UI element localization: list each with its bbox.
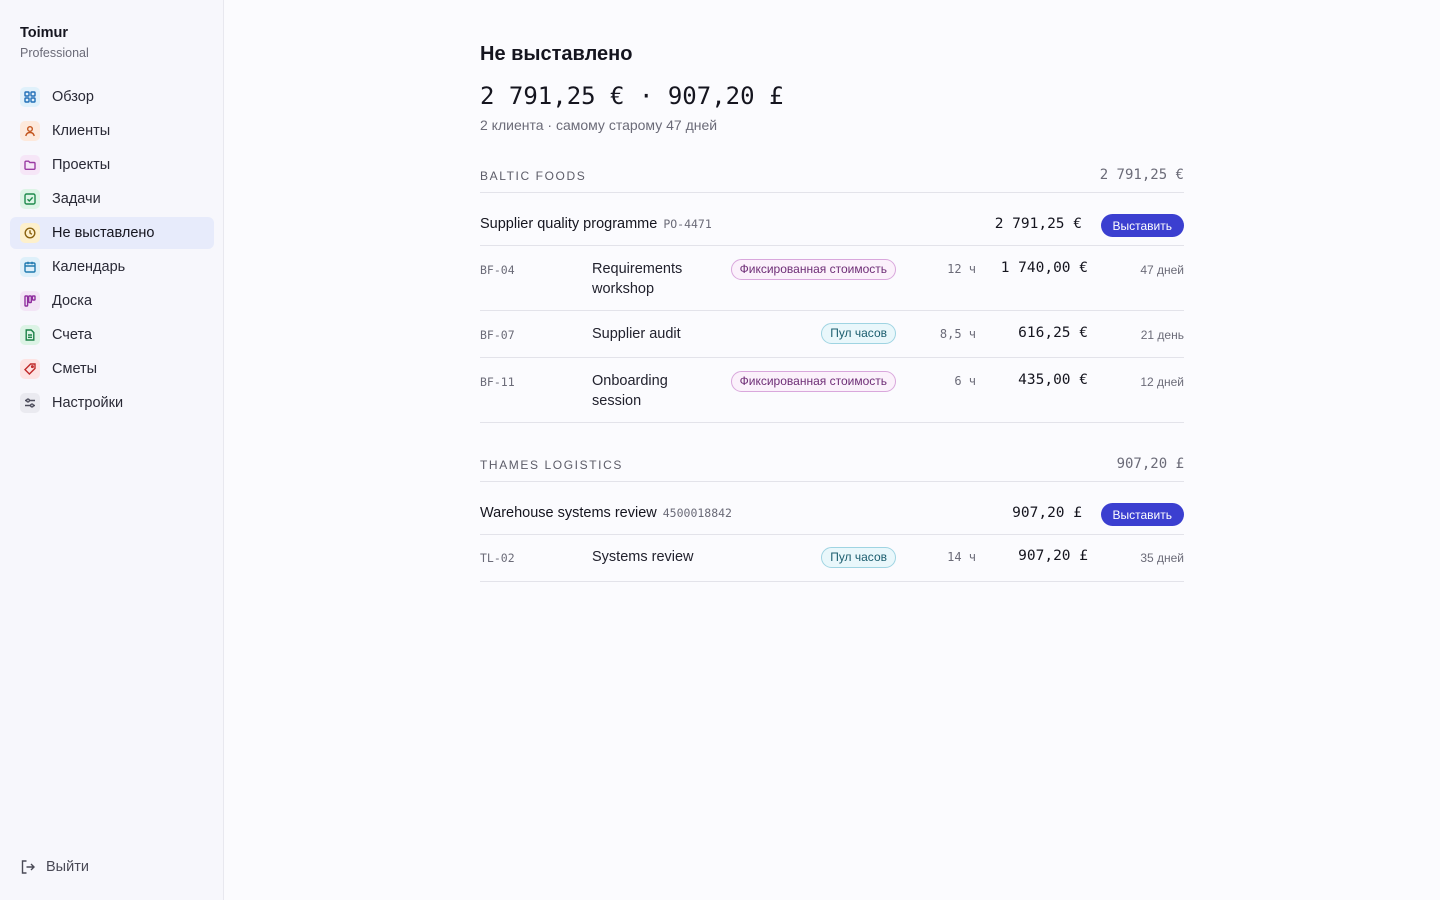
brand-name: Toimur [20,25,69,41]
item-hours: 12 ч [947,262,976,276]
item-hours: 6 ч [954,374,976,388]
item-amount: 616,25 € [1018,325,1088,341]
page-subtitle: 2 клиента · самому старому 47 дней [480,117,718,133]
item-hours: 14 ч [947,550,976,564]
sidebar-item-unbilled[interactable]: Не выставлено [10,217,214,249]
client-total: 907,20 £ [1116,456,1184,472]
item-description: Systems review [592,549,694,565]
sidebar-item-label: Доска [52,293,93,309]
sidebar-item-settings[interactable]: Настройки [10,387,214,419]
bill-button[interactable]: Выставить [1100,214,1184,237]
logout-label: Выйти [46,859,89,875]
project-amount: 2 791,25 € [994,216,1082,232]
sidebar: Toimur Professional Обзор Клиенты Проект… [0,0,224,900]
project-name: Warehouse systems review 4500018842 [480,505,732,521]
item-code: BF-04 [480,263,515,277]
project-title: Warehouse systems review [480,505,657,521]
item-age: 35 дней [1140,551,1184,565]
sidebar-item-projects[interactable]: Проекты [10,149,214,181]
billing-type-badge: Фиксированная стоимость [730,371,896,392]
table-row: TL-02 Systems review Пул часов 14 ч 907,… [480,535,1184,582]
item-age: 12 дней [1140,375,1184,389]
sidebar-item-invoices[interactable]: Счета [10,319,214,351]
project-ref: PO-4471 [663,217,712,231]
sidebar-item-label: Настройки [52,395,124,411]
client-total: 2 791,25 € [1099,167,1184,183]
item-amount: 907,20 £ [1018,548,1088,564]
board-icon [20,291,40,311]
sidebar-item-estimates[interactable]: Сметы [10,353,214,385]
billing-type-badge: Фиксированная стоимость [730,259,896,280]
client-group: THAMES LOGISTICS 907,20 £ Warehouse syst… [480,455,1184,582]
sliders-icon [20,393,40,413]
logout-icon [21,860,35,874]
clock-icon [20,223,40,243]
item-description: Onboarding session [592,373,668,409]
item-amount: 435,00 € [1018,372,1088,388]
item-code: TL-02 [480,551,515,565]
item-code: BF-11 [480,375,515,389]
client-name: THAMES LOGISTICS [480,458,623,472]
item-description: Supplier audit [592,326,681,342]
sidebar-item-board[interactable]: Доска [10,285,214,317]
sidebar-item-overview[interactable]: Обзор [10,81,214,113]
table-row: BF-04 Requirements workshop Фиксированна… [480,246,1184,311]
sidebar-item-label: Сметы [52,361,98,377]
billing-type-badge: Пул часов [821,323,896,344]
sidebar-item-label: Клиенты [52,123,111,139]
tag-icon [20,359,40,379]
page-title: Не выставлено [480,43,633,65]
sidebar-item-label: Календарь [52,259,126,275]
client-group: BALTIC FOODS 2 791,25 € Supplier quality… [480,166,1184,423]
document-icon [20,325,40,345]
project-title: Supplier quality programme [480,216,658,232]
folder-icon [20,155,40,175]
project-amount: 907,20 £ [1012,505,1082,521]
item-description: Requirements workshop [592,261,683,297]
item-age: 47 дней [1140,263,1184,277]
client-name: BALTIC FOODS [480,169,587,183]
table-row: BF-11 Onboarding session Фиксированная с… [480,358,1184,423]
item-hours: 8,5 ч [939,327,976,341]
table-row: BF-07 Supplier audit Пул часов 8,5 ч 616… [480,311,1184,358]
brand: Toimur Professional [20,25,89,60]
logout-button[interactable]: Выйти [20,859,89,875]
sidebar-item-label: Обзор [52,89,94,105]
sidebar-nav: Обзор Клиенты Проекты Задачи Не выставле… [10,81,214,421]
unbilled-totals: 2 791,25 € · 907,20 £ [480,82,784,110]
item-amount: 1 740,00 € [1000,260,1088,276]
item-age: 21 день [1140,328,1184,342]
client-group-header: BALTIC FOODS 2 791,25 € [480,166,1184,193]
user-icon [20,121,40,141]
sidebar-item-tasks[interactable]: Задачи [10,183,214,215]
sidebar-item-label: Счета [52,327,92,343]
grid-icon [20,87,40,107]
checkbox-icon [20,189,40,209]
sidebar-item-calendar[interactable]: Календарь [10,251,214,283]
calendar-icon [20,257,40,277]
sidebar-item-label: Не выставлено [52,225,155,241]
item-code: BF-07 [480,328,515,342]
project-row: Supplier quality programme PO-4471 2 791,… [480,193,1184,246]
sidebar-item-label: Проекты [52,157,111,173]
bill-button[interactable]: Выставить [1100,503,1184,526]
project-row: Warehouse systems review 4500018842 907,2… [480,482,1184,535]
brand-plan: Professional [20,46,89,60]
billing-type-badge: Пул часов [821,547,896,568]
sidebar-item-label: Задачи [52,191,101,207]
sidebar-item-clients[interactable]: Клиенты [10,115,214,147]
project-ref: 4500018842 [662,506,732,520]
project-name: Supplier quality programme PO-4471 [480,216,712,232]
client-group-header: THAMES LOGISTICS 907,20 £ [480,455,1184,482]
